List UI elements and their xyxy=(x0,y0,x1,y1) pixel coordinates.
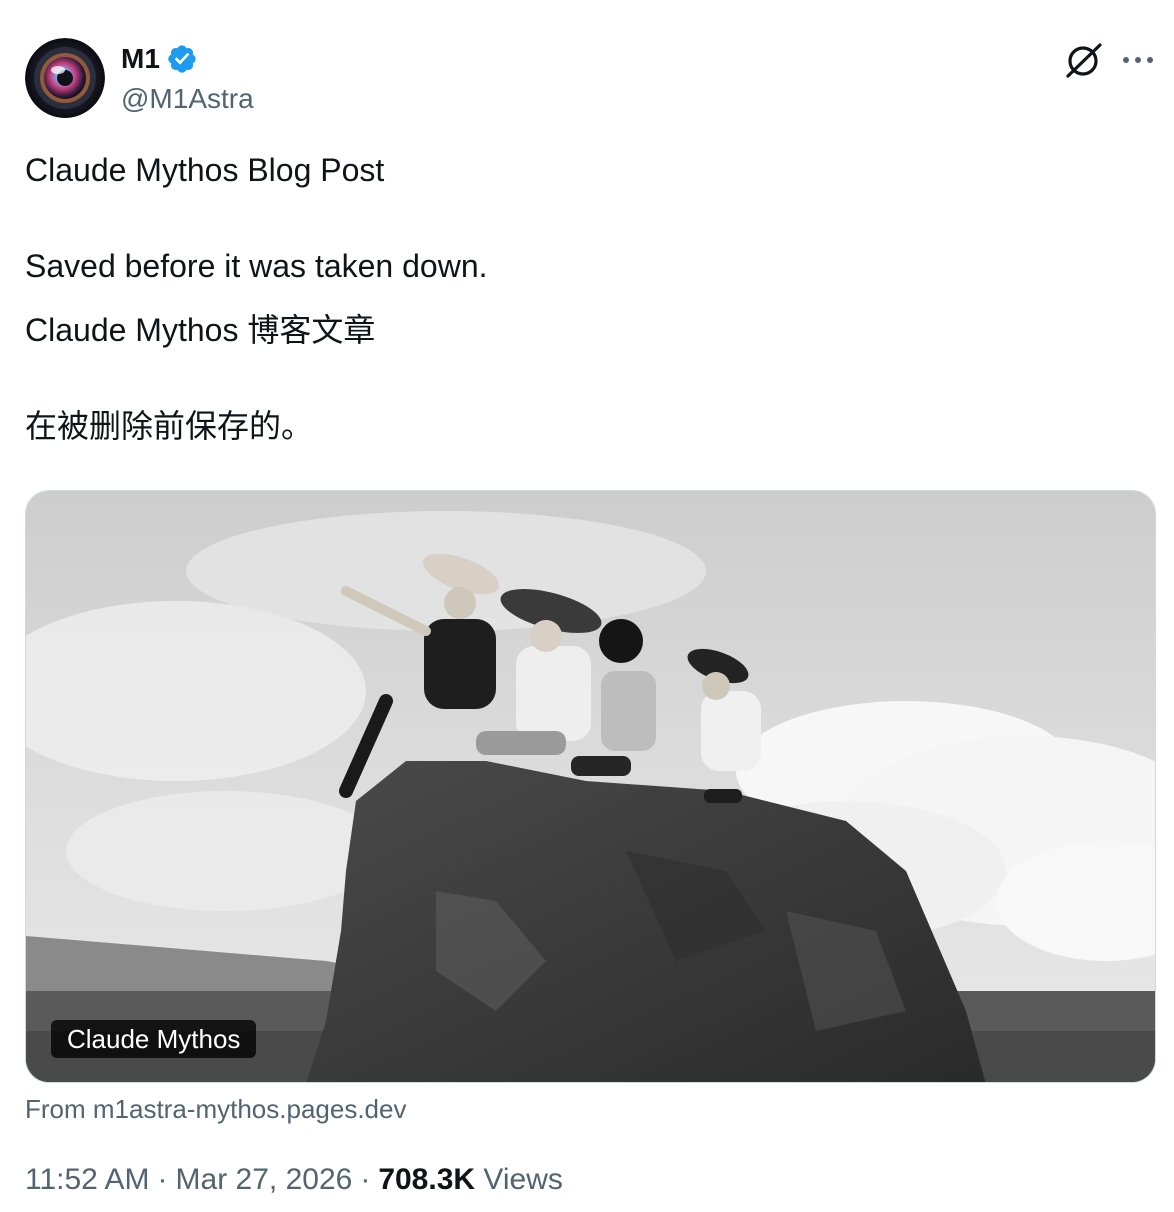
link-card-image[interactable] xyxy=(25,490,1156,1083)
author-display-name[interactable]: M1 xyxy=(121,41,198,77)
card-source-link[interactable]: From m1astra-mythos.pages.dev xyxy=(25,1092,406,1126)
camera-lens-avatar-icon xyxy=(25,38,105,118)
author-handle[interactable]: @M1Astra xyxy=(121,81,254,117)
tweet-meta: 11:52 AM · Mar 27, 2026 · 708.3K Views xyxy=(25,1160,563,1200)
verified-badge-icon xyxy=(168,45,196,73)
meta-separator: · xyxy=(360,1163,371,1196)
tweet-line-saved: Saved before it was taken down. xyxy=(25,248,488,284)
tweet-line-saved-zh: 在被删除前保存的。 xyxy=(25,408,314,444)
tweet-line-title: Claude Mythos Blog Post xyxy=(25,152,385,188)
card-title-label[interactable]: Claude Mythos xyxy=(51,1020,257,1058)
display-name-text: M1 xyxy=(121,43,160,74)
tweet-time[interactable]: 11:52 AM xyxy=(25,1163,150,1196)
views-label: Views xyxy=(483,1163,563,1196)
author-avatar[interactable] xyxy=(25,38,105,118)
meta-separator: · xyxy=(157,1163,168,1196)
tweet-line-title-zh: Claude Mythos 博客文章 xyxy=(25,312,376,348)
children-on-rock-photo-icon xyxy=(26,491,1155,1082)
more-button[interactable] xyxy=(1118,40,1158,80)
grok-icon xyxy=(1066,43,1102,78)
grok-button[interactable] xyxy=(1062,40,1106,80)
tweet-date[interactable]: Mar 27, 2026 xyxy=(176,1163,353,1196)
more-icon xyxy=(1123,57,1153,63)
views-count: 708.3K xyxy=(378,1163,476,1196)
